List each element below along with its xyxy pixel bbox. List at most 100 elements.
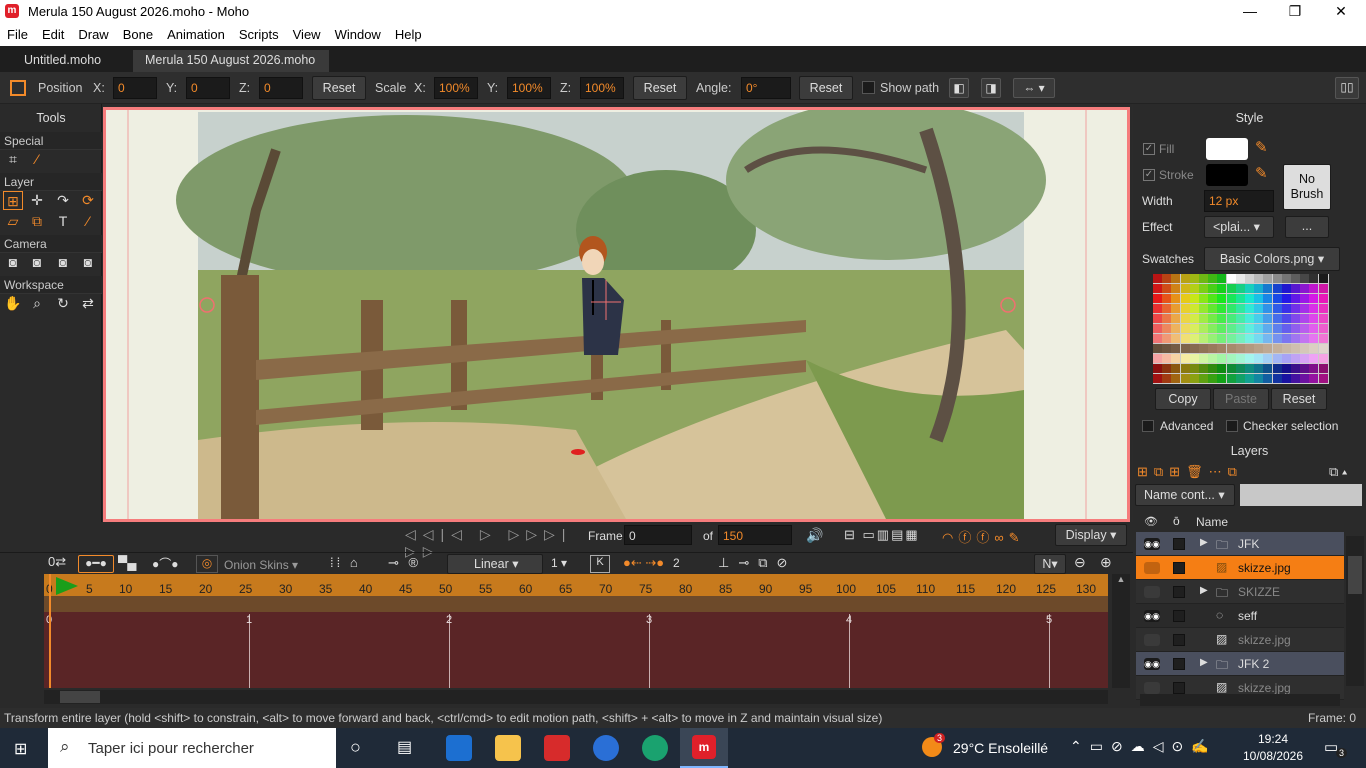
- swatch-cell[interactable]: [1272, 374, 1282, 383]
- swatch-cell[interactable]: [1263, 284, 1273, 293]
- swatch-cell[interactable]: [1162, 304, 1172, 313]
- swatch-cell[interactable]: [1281, 354, 1291, 363]
- layer-search-input[interactable]: [1240, 484, 1362, 506]
- motion-graph-icon[interactable]: ●⌒●: [152, 555, 186, 573]
- swatch-cell[interactable]: [1171, 324, 1181, 333]
- swatch-cell[interactable]: [1153, 274, 1162, 283]
- style-reset-button[interactable]: Reset: [1271, 388, 1327, 410]
- swatch-cell[interactable]: [1180, 284, 1190, 293]
- swatch-cell[interactable]: [1217, 284, 1227, 293]
- swatch-cell[interactable]: [1189, 284, 1199, 293]
- edge-icon[interactable]: [642, 735, 668, 761]
- eye-visible-icon[interactable]: ◉◉: [1144, 538, 1160, 550]
- taskbar-search[interactable]: ⌕ Taper ici pour rechercher: [48, 728, 336, 768]
- swatch-cell[interactable]: [1208, 354, 1218, 363]
- swatch-cell[interactable]: [1226, 344, 1236, 353]
- eye-hidden-icon[interactable]: [1144, 586, 1160, 598]
- swatch-cell[interactable]: [1291, 334, 1300, 343]
- stroke-color-swatch[interactable]: [1206, 164, 1248, 186]
- swatch-cell[interactable]: [1153, 314, 1162, 323]
- swatch-cell[interactable]: [1162, 374, 1172, 383]
- swatch-cell[interactable]: [1318, 274, 1328, 283]
- ease-dropdown[interactable]: 1 ▾: [551, 556, 581, 574]
- swatch-cell[interactable]: [1226, 304, 1236, 313]
- swatch-cell[interactable]: [1189, 344, 1199, 353]
- swatch-palette[interactable]: [1153, 274, 1329, 384]
- layer-row[interactable]: ◉◉ ◌ seff: [1136, 604, 1344, 628]
- layer-panel-options-icon[interactable]: ⧉ ▴: [1329, 464, 1347, 480]
- swatch-cell[interactable]: [1272, 344, 1282, 353]
- menu-help[interactable]: Help: [388, 23, 429, 42]
- menu-file[interactable]: File: [0, 23, 35, 42]
- stage-canvas[interactable]: [103, 107, 1130, 522]
- swatch-cell[interactable]: [1309, 344, 1319, 353]
- swatch-cell[interactable]: [1180, 294, 1190, 303]
- menu-bone[interactable]: Bone: [116, 23, 160, 42]
- swatch-cell[interactable]: [1235, 274, 1245, 283]
- swatch-cell[interactable]: [1235, 364, 1245, 373]
- menu-window[interactable]: Window: [328, 23, 388, 42]
- swatch-cell[interactable]: [1226, 294, 1236, 303]
- menu-view[interactable]: View: [286, 23, 328, 42]
- eyedropper-icon[interactable]: ⁄: [78, 212, 98, 231]
- swatch-cell[interactable]: [1189, 374, 1199, 383]
- swatch-cell[interactable]: [1309, 364, 1319, 373]
- camera-track-icon[interactable]: ◙: [3, 253, 23, 272]
- weather-text[interactable]: 29°C Ensoleillé: [953, 740, 1048, 756]
- scale-y-field[interactable]: 100%: [507, 77, 551, 99]
- swatch-cell[interactable]: [1318, 344, 1328, 353]
- swatch-cell[interactable]: [1263, 304, 1273, 313]
- swatch-cell[interactable]: [1291, 364, 1300, 373]
- swatch-cell[interactable]: [1208, 294, 1218, 303]
- swatch-cell[interactable]: [1153, 354, 1162, 363]
- swatch-cell[interactable]: [1272, 274, 1282, 283]
- swatch-cell[interactable]: [1245, 284, 1254, 293]
- swatch-cell[interactable]: [1199, 344, 1208, 353]
- swatch-cell[interactable]: [1318, 314, 1328, 323]
- rotate-workspace-icon[interactable]: ↻: [53, 294, 73, 313]
- n-dropdown[interactable]: N▾: [1034, 554, 1066, 574]
- swatch-cell[interactable]: [1217, 344, 1227, 353]
- set-origin-icon[interactable]: ⟳: [78, 191, 98, 210]
- swatch-cell[interactable]: [1226, 314, 1236, 323]
- layer-lock-checkbox[interactable]: [1173, 586, 1185, 598]
- swatch-cell[interactable]: [1162, 284, 1172, 293]
- swatch-cell[interactable]: [1300, 334, 1310, 343]
- reset-scale-button[interactable]: Reset: [633, 76, 687, 100]
- swatch-cell[interactable]: [1171, 374, 1181, 383]
- swatch-cell[interactable]: [1254, 354, 1264, 363]
- view-layout-icons[interactable]: ⊟ ▭▥▤▦: [844, 527, 940, 543]
- layer-row[interactable]: ▨ skizze.jpg: [1136, 628, 1344, 652]
- swatch-cell[interactable]: [1272, 314, 1282, 323]
- swatch-cell[interactable]: [1272, 294, 1282, 303]
- eye-visible-icon[interactable]: ◉◉: [1144, 610, 1160, 622]
- swatch-cell[interactable]: [1199, 324, 1208, 333]
- stroke-eyedropper-icon[interactable]: ✎: [1255, 164, 1268, 182]
- swatch-cell[interactable]: [1281, 294, 1291, 303]
- swatch-cell[interactable]: [1199, 294, 1208, 303]
- swatch-cell[interactable]: [1180, 314, 1190, 323]
- fill-color-swatch[interactable]: [1206, 138, 1248, 160]
- swatch-cell[interactable]: [1281, 314, 1291, 323]
- swatch-cell[interactable]: [1300, 274, 1310, 283]
- paste-button[interactable]: Paste: [1213, 388, 1269, 410]
- layer-lock-checkbox[interactable]: [1173, 682, 1185, 694]
- tab-untitled[interactable]: Untitled.moho: [12, 50, 113, 72]
- swatch-cell[interactable]: [1235, 304, 1245, 313]
- swatch-cell[interactable]: [1235, 344, 1245, 353]
- eye-visible-icon[interactable]: ◉◉: [1144, 658, 1160, 670]
- swatch-cell[interactable]: [1300, 284, 1310, 293]
- swatch-cell[interactable]: [1281, 364, 1291, 373]
- move-icon[interactable]: ✛: [27, 191, 47, 210]
- swatch-cell[interactable]: [1199, 364, 1208, 373]
- layer-lock-checkbox[interactable]: [1173, 538, 1185, 550]
- swatch-cell[interactable]: [1217, 354, 1227, 363]
- swatch-cell[interactable]: [1254, 344, 1264, 353]
- layers-scroll-thumb[interactable]: [1348, 556, 1362, 594]
- layers-scrollbar[interactable]: [1346, 536, 1364, 686]
- swatch-cell[interactable]: [1291, 374, 1300, 383]
- expand-arrow-icon[interactable]: ▶: [1200, 537, 1208, 548]
- swatch-cell[interactable]: [1300, 364, 1310, 373]
- swatch-cell[interactable]: [1309, 304, 1319, 313]
- swatch-cell[interactable]: [1162, 274, 1172, 283]
